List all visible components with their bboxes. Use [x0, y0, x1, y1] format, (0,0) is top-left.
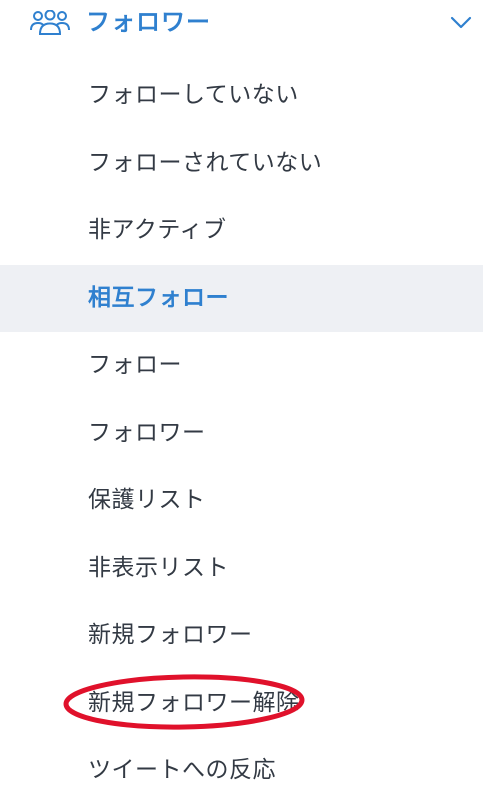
menu-item-label: 保護リスト [88, 487, 206, 513]
menu-item-label: 非アクティブ [88, 217, 227, 243]
menu-item-label: 新規フォロワー解除 [88, 689, 300, 716]
menu-item-label: フォロー [88, 352, 182, 378]
menu-item-followers[interactable]: フォロワー [0, 400, 483, 468]
menu-item-hidden-list[interactable]: 非表示リスト [0, 535, 483, 603]
follower-submenu: フォローしていない フォローされていない 非アクティブ 相互フォロー フォロー … [0, 62, 483, 805]
menu-item-label: フォローしていない [88, 82, 299, 108]
menu-item-label: 相互フォロー [88, 284, 229, 311]
users-group-icon [30, 10, 70, 35]
menu-item-new-followers[interactable]: 新規フォロワー [0, 602, 483, 670]
chevron-down-icon[interactable] [450, 14, 472, 30]
section-title: フォロワー [86, 8, 211, 36]
menu-item-label: フォローされていない [88, 149, 323, 176]
menu-item-label: 新規フォロワー [88, 622, 253, 648]
menu-item-label: ツイートへの反応 [88, 757, 276, 783]
menu-item-following[interactable]: フォロー [0, 332, 483, 400]
menu-item-new-unfollowers[interactable]: 新規フォロワー解除 [0, 670, 483, 738]
menu-item-not-followed-back[interactable]: フォローされていない [0, 130, 483, 198]
menu-item-label: 非表示リスト [88, 554, 229, 581]
menu-item-mutual-follow[interactable]: 相互フォロー [0, 264, 483, 332]
menu-item-label: フォロワー [88, 419, 206, 446]
menu-item-tweet-reactions[interactable]: ツイートへの反応 [0, 737, 483, 805]
menu-item-inactive[interactable]: 非アクティブ [0, 197, 483, 265]
menu-item-not-following[interactable]: フォローしていない [0, 62, 483, 130]
menu-item-protected-list[interactable]: 保護リスト [0, 467, 483, 535]
menu-section-header[interactable]: フォロワー [0, 0, 483, 46]
